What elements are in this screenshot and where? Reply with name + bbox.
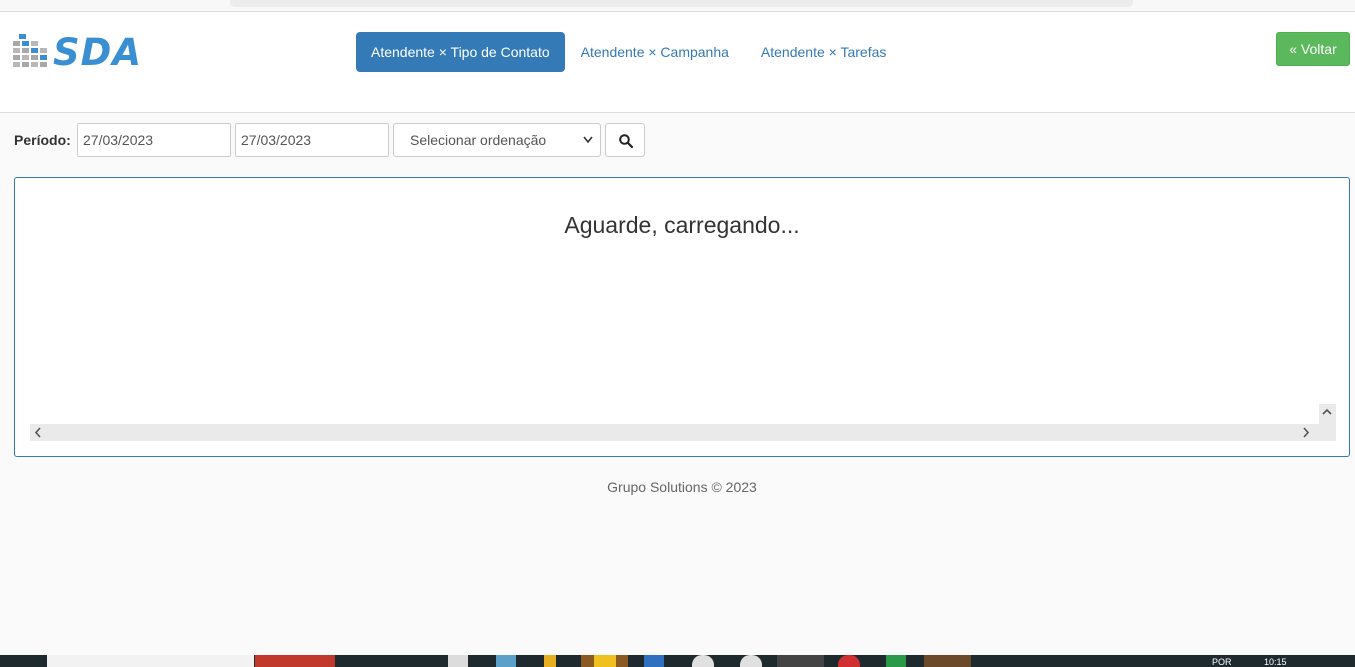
logo-blocks-icon bbox=[13, 34, 47, 67]
top-navbar: SDA Atendente × Tipo de Contato Atendent… bbox=[0, 12, 1355, 113]
date-end-field[interactable]: 27/03/2023 bbox=[235, 123, 389, 157]
vertical-scrollbar[interactable] bbox=[1319, 404, 1336, 441]
loading-message: Aguarde, carregando... bbox=[564, 212, 800, 238]
order-select[interactable]: Selecionar ordenação bbox=[393, 123, 601, 157]
order-select-value: Selecionar ordenação bbox=[410, 132, 547, 148]
search-button[interactable] bbox=[605, 123, 645, 157]
taskbar-app-icon[interactable] bbox=[448, 655, 468, 667]
taskbar-app-icon[interactable] bbox=[924, 655, 971, 667]
chevron-down-icon bbox=[583, 124, 593, 169]
chevron-up-icon[interactable] bbox=[1322, 404, 1332, 427]
taskbar-clock[interactable]: 10:15 bbox=[1264, 657, 1287, 667]
chevron-left-icon[interactable] bbox=[33, 424, 43, 445]
taskbar-app-icon[interactable] bbox=[496, 655, 516, 667]
report-panel: Aguarde, carregando... bbox=[14, 177, 1350, 457]
back-button[interactable]: « Voltar bbox=[1276, 32, 1350, 66]
period-label: Período: bbox=[14, 132, 71, 148]
search-icon bbox=[619, 134, 633, 148]
taskbar-app-icon[interactable] bbox=[594, 655, 616, 667]
taskbar-search-box[interactable] bbox=[47, 655, 254, 667]
sda-logo[interactable]: SDA bbox=[13, 32, 141, 74]
horizontal-scrollbar[interactable] bbox=[30, 424, 1319, 441]
taskbar-app-icon[interactable] bbox=[838, 655, 860, 667]
taskbar-app-icon[interactable] bbox=[644, 655, 664, 667]
logo-text: SDA bbox=[53, 31, 142, 74]
tab-atendente-tipo-contato[interactable]: Atendente × Tipo de Contato bbox=[356, 32, 565, 72]
taskbar-app-icon[interactable] bbox=[544, 655, 556, 667]
os-taskbar: POR 10:15 bbox=[0, 655, 1355, 667]
taskbar-app-icon[interactable] bbox=[255, 655, 335, 667]
browser-top-bar bbox=[0, 0, 1355, 12]
report-tabs: Atendente × Tipo de Contato Atendente × … bbox=[356, 32, 902, 72]
date-start-field[interactable]: 27/03/2023 bbox=[77, 123, 231, 157]
taskbar-app-icon[interactable] bbox=[886, 655, 906, 667]
chevron-right-icon[interactable] bbox=[1301, 424, 1311, 445]
taskbar-app-icon[interactable] bbox=[777, 655, 824, 667]
taskbar-app-icon[interactable] bbox=[740, 655, 762, 667]
taskbar-language[interactable]: POR bbox=[1212, 657, 1232, 667]
tab-atendente-campanha[interactable]: Atendente × Campanha bbox=[565, 32, 745, 72]
taskbar-app-icon[interactable] bbox=[692, 655, 714, 667]
browser-address-bar[interactable] bbox=[230, 0, 1133, 7]
page-footer: Grupo Solutions © 2023 bbox=[607, 479, 757, 495]
tab-atendente-tarefas[interactable]: Atendente × Tarefas bbox=[745, 32, 902, 72]
